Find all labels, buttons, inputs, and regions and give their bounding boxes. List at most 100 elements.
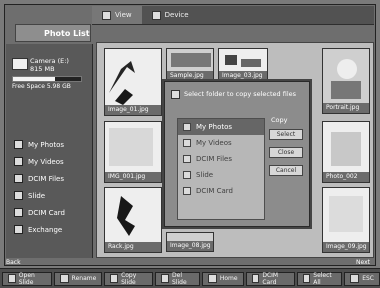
cancel-button[interactable]: Cancel — [269, 165, 303, 176]
app-title: Photo List — [44, 29, 90, 38]
sidebar-item-label: Slide — [28, 191, 46, 200]
sidebar-item-dcim-files[interactable]: DCIM Files — [14, 170, 88, 187]
taskbar: Open Slide Rename Copy Slide Del Slide H… — [0, 268, 380, 288]
video-folder-icon — [183, 139, 191, 147]
tab-device-label: Device — [164, 11, 189, 19]
sidebar-item-my-photos[interactable]: My Photos — [14, 136, 88, 153]
storage-bar — [12, 76, 82, 82]
photo-folder-icon — [14, 140, 23, 149]
thumbnail-1[interactable]: Image_01.jpg — [104, 48, 162, 116]
task-copy-slide[interactable]: Copy Slide — [104, 271, 154, 286]
task-label: Copy Slide — [121, 271, 137, 286]
sidebar-item-label: DCIM Files — [28, 174, 64, 183]
rename-icon — [59, 274, 69, 283]
sidebar-item-exchange[interactable]: Exchange — [14, 221, 88, 238]
thumbnail-5[interactable]: IMG_001.jpg — [104, 121, 162, 183]
exchange-folder-icon — [14, 225, 23, 234]
task-label: Rename — [71, 275, 97, 282]
sidebar-item-label: Exchange — [28, 225, 63, 234]
sidebar-item-dcim-card[interactable]: DCIM Card — [14, 204, 88, 221]
card-folder-icon — [14, 208, 23, 217]
task-del-slide[interactable]: Del Slide — [155, 271, 200, 286]
device-panel[interactable]: Camera (E:) 815 MB Free Space 5.98 GB — [12, 52, 86, 94]
dcim-folder-icon — [183, 155, 191, 163]
task-label: Home — [219, 275, 238, 282]
thumbnail-image-3 — [225, 55, 261, 67]
task-label: Del Slide — [172, 271, 187, 286]
storage-fill — [13, 77, 56, 81]
thumbnail-8[interactable]: Image_08.jpg — [166, 232, 214, 252]
app-title-box: Photo List — [15, 24, 91, 42]
storage-text: Free Space 5.98 GB — [12, 83, 71, 90]
thumbnail-label: Image_09.jpg — [323, 242, 369, 252]
card-icon — [251, 274, 260, 283]
sidebar: Camera (E:) 815 MB Free Space 5.98 GB My… — [6, 44, 93, 258]
task-esc[interactable]: ESC — [344, 271, 380, 286]
dialog-item-label: My Videos — [196, 139, 232, 147]
thumbnail-label: Rack.jpg — [105, 242, 161, 252]
device-name: Camera (E:) — [30, 57, 69, 65]
sidebar-item-slide[interactable]: Slide — [14, 187, 88, 204]
task-select-all[interactable]: Select All — [296, 271, 343, 286]
thumbnail-label: Sample.jpg — [167, 71, 213, 81]
task-rename[interactable]: Rename — [53, 271, 103, 286]
photo-folder-icon — [183, 123, 191, 131]
dialog-action-title: Copy — [271, 116, 288, 124]
copy-icon — [171, 89, 180, 99]
tab-device[interactable]: Device — [142, 6, 199, 24]
close-button[interactable]: Close — [269, 147, 303, 158]
task-open-slide[interactable]: Open Slide — [2, 271, 52, 286]
select-all-icon — [302, 274, 311, 283]
pager: Back Next — [6, 258, 370, 266]
thumbnail-image-5 — [109, 128, 153, 166]
slide-folder-icon — [14, 191, 23, 200]
thumbnail-4[interactable]: Portrait.jpg — [322, 48, 370, 114]
open-icon — [8, 274, 16, 283]
copy-dialog: Select folder to copy selected files My … — [164, 81, 310, 227]
dialog-header: Select folder to copy selected files — [171, 88, 303, 100]
dcim-folder-icon — [14, 174, 23, 183]
thumbnail-image-4 — [331, 59, 361, 99]
task-home[interactable]: Home — [201, 271, 244, 286]
thumbnail-label: IMG_001.jpg — [105, 172, 161, 182]
next-label[interactable]: Next — [356, 259, 370, 266]
task-label: Open Slide — [18, 271, 35, 286]
thumbnail-7[interactable]: Rack.jpg — [104, 187, 162, 253]
dialog-item-label: DCIM Card — [196, 187, 233, 195]
task-label: ESC — [362, 275, 374, 282]
view-icon — [102, 10, 111, 20]
sidebar-item-my-videos[interactable]: My Videos — [14, 153, 88, 170]
thumbnail-image-1 — [109, 61, 135, 105]
thumbnail-9[interactable]: Image_09.jpg — [322, 187, 370, 253]
dialog-item-dcim-files[interactable]: DCIM Files — [178, 151, 264, 167]
tab-view-label: View — [115, 11, 132, 19]
thumbnail-3[interactable]: Image_03.jpg — [218, 48, 268, 82]
video-folder-icon — [14, 157, 23, 166]
folder-list: My Photos My Videos DCIM Files Slide DCI… — [14, 136, 88, 238]
delete-icon — [161, 274, 170, 283]
thumbnail-image-6 — [331, 132, 361, 166]
thumbnail-label: Image_03.jpg — [219, 71, 267, 81]
dialog-item-my-photos[interactable]: My Photos — [178, 119, 264, 135]
thumbnail-label: Image_08.jpg — [167, 241, 213, 251]
task-label: Select All — [313, 271, 332, 286]
camera-icon — [12, 58, 28, 70]
dialog-title: Select folder to copy selected files — [184, 90, 297, 98]
thumbnail-label: Portrait.jpg — [323, 103, 369, 113]
sidebar-item-label: My Videos — [28, 157, 64, 166]
thumbnail-label: Image_01.jpg — [105, 105, 161, 115]
copy-icon — [110, 274, 119, 283]
select-button[interactable]: Select — [269, 129, 303, 140]
thumbnail-6[interactable]: Photo_002 — [322, 121, 370, 183]
thumbnail-label: Photo_002 — [323, 172, 369, 182]
device-size: 815 MB — [30, 65, 55, 73]
thumbnail-image-9 — [329, 196, 363, 232]
back-label[interactable]: Back — [6, 259, 21, 266]
tab-view[interactable]: View — [92, 6, 142, 24]
dialog-item-my-videos[interactable]: My Videos — [178, 135, 264, 151]
dialog-item-dcim-card[interactable]: DCIM Card — [178, 183, 264, 199]
dialog-item-slide[interactable]: Slide — [178, 167, 264, 183]
dialog-item-label: My Photos — [196, 123, 233, 131]
task-dcim-card[interactable]: DCIM Card — [245, 271, 295, 286]
thumbnail-2[interactable]: Sample.jpg — [166, 48, 214, 82]
